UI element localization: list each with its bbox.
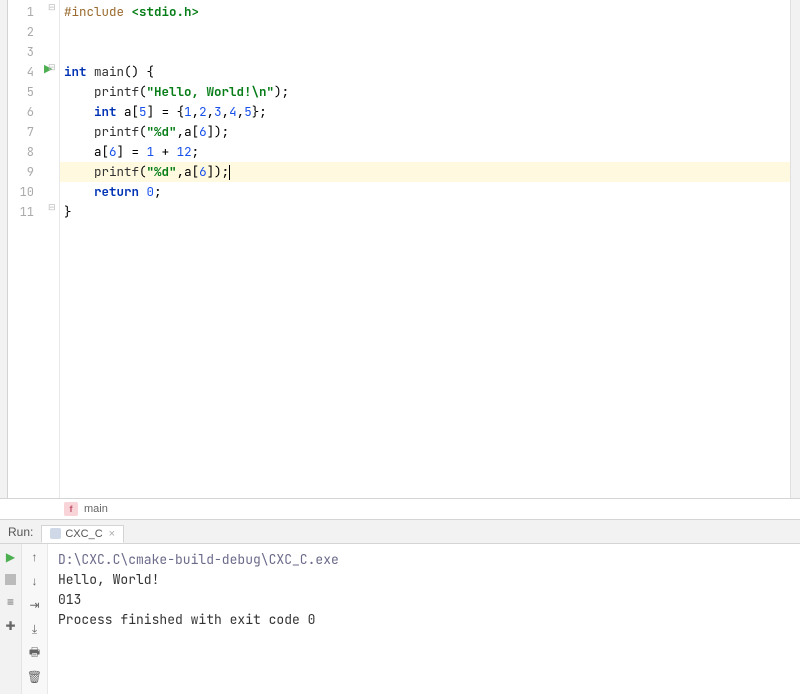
line-number[interactable]: 6 [8,102,42,122]
pin-icon[interactable]: ✚ [4,619,18,633]
fold-toggle-icon[interactable]: ⊟ [48,2,56,13]
editor-scrollbar[interactable] [790,0,800,498]
code-line: } [60,202,790,222]
editor-area: 1 2 3 4 5 6 7 8 9 10 11 ▶ ⊟ ⊟ ⊟ #include… [0,0,800,498]
marker-strip: ▶ ⊟ ⊟ ⊟ [42,0,60,498]
line-number[interactable]: 7 [8,122,42,142]
run-label: Run: [8,525,33,539]
code-line [60,42,790,62]
console-line: 013 [58,590,790,610]
close-icon[interactable]: × [109,528,115,540]
line-number[interactable]: 11 [8,202,42,222]
line-number[interactable]: 8 [8,142,42,162]
fold-end-icon[interactable]: ⊟ [48,202,56,213]
code-line: printf("%d",a[6]); [60,122,790,142]
soft-wrap-icon[interactable]: ⇥ [28,598,42,612]
code-line-current: printf("%d",a[6]); [60,162,790,182]
line-number[interactable]: 3 [8,42,42,62]
run-toolbar-primary: ▶ ≡ ✚ [0,544,22,694]
stop-icon[interactable] [5,574,16,585]
code-line: printf("Hello, World!\n"); [60,82,790,102]
scroll-end-icon[interactable]: ⤓ [28,622,42,636]
line-number-gutter[interactable]: 1 2 3 4 5 6 7 8 9 10 11 [8,0,42,498]
left-tool-strip [0,0,8,498]
function-icon: f [64,502,78,516]
console-line: Hello, World! [58,570,790,590]
fold-toggle-icon[interactable]: ⊟ [48,62,56,73]
rerun-icon[interactable]: ▶ [4,550,18,564]
run-tab-name: CXC_C [65,528,102,540]
line-number[interactable]: 1 [8,2,42,22]
text-cursor [229,165,230,180]
code-line: a[6] = 1 + 12; [60,142,790,162]
line-number[interactable]: 5 [8,82,42,102]
code-line: #include <stdio.h> [60,2,790,22]
line-number[interactable]: 10 [8,182,42,202]
run-tool-header: Run: CXC_C × [0,520,800,544]
trash-icon[interactable]: 🗑 [28,670,42,684]
down-icon[interactable]: ↓ [28,574,42,588]
code-line [60,22,790,42]
run-toolbar-secondary: ↑ ↓ ⇥ ⤓ 🖶 🗑 [22,544,48,694]
console-output[interactable]: D:\CXC.C\cmake-build-debug\CXC_C.exe Hel… [48,544,800,694]
line-number[interactable]: 9 [8,162,42,182]
console-line: Process finished with exit code 0 [58,610,790,630]
console-area: ▶ ≡ ✚ ↑ ↓ ⇥ ⤓ 🖶 🗑 D:\CXC.C\cmake-build-d… [0,544,800,694]
console-line: D:\CXC.C\cmake-build-debug\CXC_C.exe [58,550,790,570]
code-line: return 0; [60,182,790,202]
code-line: int main() { [60,62,790,82]
breadcrumb-item[interactable]: main [84,503,108,515]
app-icon [50,528,61,539]
line-number[interactable]: 2 [8,22,42,42]
run-config-tab[interactable]: CXC_C × [41,525,124,543]
print-icon[interactable]: 🖶 [28,646,42,660]
line-number[interactable]: 4 [8,62,42,82]
up-icon[interactable]: ↑ [28,550,42,564]
code-editor[interactable]: #include <stdio.h> int main() { printf("… [60,0,790,498]
breadcrumb-bar: f main [0,498,800,520]
code-line: int a[5] = {1,2,3,4,5}; [60,102,790,122]
layout-icon[interactable]: ≡ [4,595,18,609]
